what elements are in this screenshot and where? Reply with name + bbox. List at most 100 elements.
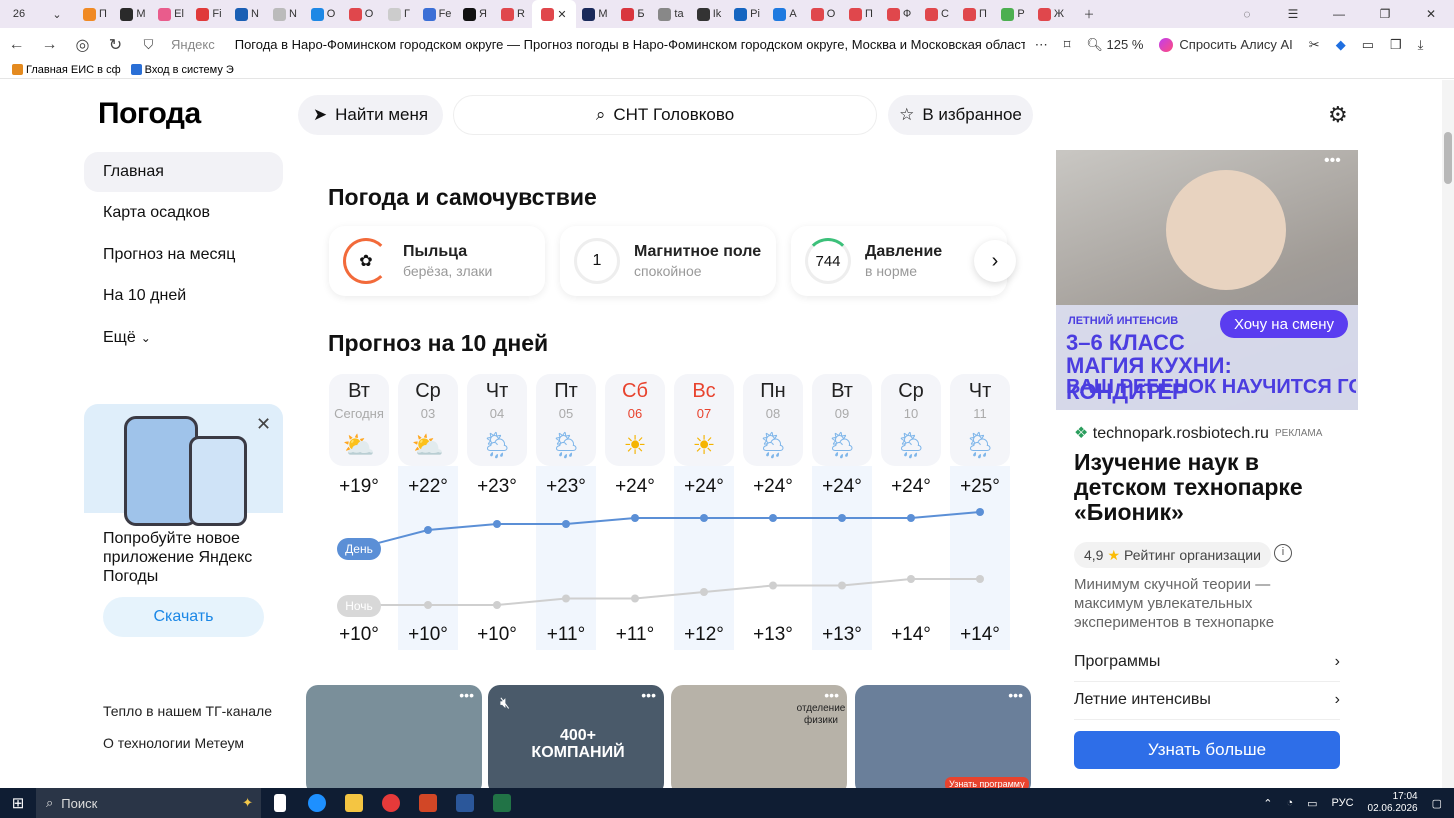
browser-tab[interactable]: Б [614,0,652,28]
bookmark-item[interactable]: Вход в систему Э [130,64,234,76]
bookmark-icon[interactable]: ⌑ [1064,37,1071,53]
thumbnail[interactable]: ••• Узнать программу [855,685,1031,788]
ad-link-intensives[interactable]: Летние интенсивы › [1074,691,1340,720]
yandex-browser-icon[interactable] [372,788,409,818]
back-button[interactable]: ← [0,36,33,54]
scrollbar[interactable] [1442,80,1454,788]
url-host[interactable]: Яндекс [171,37,215,52]
browser-tab[interactable]: ta [652,0,690,28]
browser-tab[interactable]: Я [456,0,494,28]
new-tab-button[interactable]: ＋ [1070,0,1108,28]
day-temp-point [562,520,570,528]
thumbnail[interactable]: ••• 🔇︎ 400+ КОМПАНИЙ [488,685,664,788]
browser-tab[interactable]: N [266,0,304,28]
browser-tab[interactable]: М [114,0,152,28]
minimize-button[interactable]: — [1316,7,1362,21]
day-temp-point [907,514,915,522]
day-temp-point [976,508,984,516]
powerpoint-icon[interactable] [409,788,446,818]
menu-icon[interactable]: ☰ [1270,7,1316,21]
browser-tab[interactable]: Pi [728,0,766,28]
folder-icon[interactable] [335,788,372,818]
mute-icon[interactable]: 🔇︎ [500,695,510,713]
browser-tab[interactable]: Ik [690,0,728,28]
browser-tab[interactable]: Ф [880,0,918,28]
url-field[interactable]: Погода в Наро-Фоминском городском округе… [235,37,1025,52]
tab-favicon-icon [1001,7,1015,21]
browser-tab[interactable]: Г [380,0,418,28]
tg-channel-link[interactable]: Тепло в нашем ТГ-канале [103,703,272,719]
browser-tab[interactable]: Fi [190,0,228,28]
excel-icon[interactable] [483,788,520,818]
notifications-icon[interactable]: ▢ [1432,797,1442,810]
more-icon[interactable]: ••• [641,687,656,703]
thumbnail[interactable]: ••• [306,685,482,788]
browser-tab[interactable]: П [76,0,114,28]
bookmark-item[interactable]: Главная ЕИС в сф [12,64,121,76]
taskbar-search[interactable]: ⌕ Поиск ✦ [36,788,261,818]
tab-favicon-icon [348,7,362,21]
browser-tab[interactable]: О [342,0,380,28]
cast-icon[interactable]: ▭ [1362,37,1374,53]
learn-more-button[interactable]: Узнать больше [1074,731,1340,769]
browser-tab[interactable]: С [918,0,956,28]
more-icon[interactable]: ••• [459,687,474,703]
browser-tab[interactable]: А [766,0,804,28]
ad-favicon-icon: ❖ [1074,425,1089,442]
restore-button[interactable]: ❐ [1362,7,1408,21]
browser-tab[interactable]: R [494,0,532,28]
tab-active[interactable]: ✕ [532,0,576,28]
word-icon[interactable] [446,788,483,818]
browser-tab[interactable]: N [228,0,266,28]
browser-tab[interactable]: Р [994,0,1032,28]
tab-count[interactable]: 26 [0,0,38,28]
battery-icon[interactable]: ▭ [1307,797,1317,810]
more-icon[interactable]: ⋯ [1035,37,1048,53]
reader-icon[interactable]: ◎ [66,35,99,55]
more-icon[interactable]: ••• [1324,152,1341,170]
language-indicator[interactable]: РУС [1332,797,1354,809]
browser-tab[interactable]: П [842,0,880,28]
info-icon[interactable]: i [1274,544,1292,562]
yandex-ext-icon[interactable]: ◆ [1336,37,1346,53]
ad-title[interactable]: Изучение наук в детском технопарке «Бион… [1074,450,1344,525]
night-temp-point [907,575,915,583]
browser-tab[interactable]: El [152,0,190,28]
gear-icon[interactable]: ⚙ [1328,102,1348,128]
browser-tab[interactable]: Fe [418,0,456,28]
ad-want-button[interactable]: Хочу на смену [1220,310,1348,338]
collections-icon[interactable]: ❒ [1390,37,1402,53]
browser-tab[interactable]: О [804,0,842,28]
ad-domain[interactable]: ❖ technopark.rosbiotech.ru [1074,423,1269,443]
reload-button[interactable]: ↻ [99,35,132,55]
windows-start-icon[interactable]: ⊞ [0,794,36,812]
downloads-icon[interactable]: ⤓ [1418,37,1424,53]
forward-button[interactable]: → [33,36,66,54]
profile-icon[interactable]: ◌ [1224,7,1270,21]
alice-button[interactable]: Спросить Алису AI [1159,37,1293,52]
zoom-indicator[interactable]: 🔍︎ 125 % [1086,37,1143,53]
thumbnail[interactable]: ••• отделение физики [671,685,847,788]
ad-description: Минимум скучной теории — максимум увлека… [1074,576,1275,631]
more-icon[interactable]: ••• [824,687,839,703]
security-shield-icon[interactable]: ⛉ [132,37,165,53]
meteum-link[interactable]: О технологии Метеум [103,735,244,751]
chevron-up-icon[interactable]: ⌃ [1263,797,1272,810]
ad-image[interactable]: ••• ЛЕТНИЙ ИНТЕНСИВ 3–6 КЛАСС МАГИЯ КУХН… [1056,150,1358,410]
scrollbar-thumb[interactable] [1444,132,1452,184]
browser-tab[interactable]: П [956,0,994,28]
browser-tab[interactable]: Ж [1032,0,1070,28]
ad-link-programs[interactable]: Программы › [1074,653,1340,682]
day-label: День [337,538,381,560]
clock[interactable]: 17:04 02.06.2026 [1368,791,1418,815]
file-icon[interactable] [261,788,298,818]
tab-list-chevron-icon[interactable]: ⌄ [38,0,76,28]
extensions-icon[interactable]: ✂ [1309,37,1320,53]
browser-tab[interactable]: М [576,0,614,28]
browser-tab[interactable]: О [304,0,342,28]
close-tab-icon[interactable]: ✕ [557,8,566,21]
more-icon[interactable]: ••• [1008,687,1023,703]
ie-icon[interactable] [298,788,335,818]
close-window-button[interactable]: ✕ [1408,7,1454,21]
network-icon[interactable]: ◔ [1286,797,1293,809]
